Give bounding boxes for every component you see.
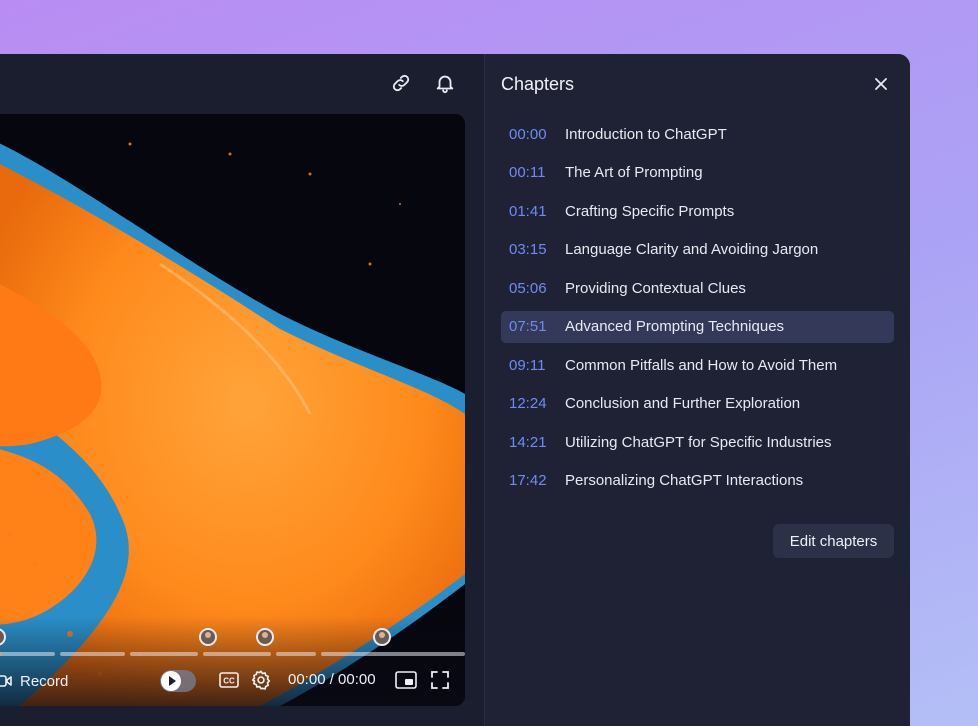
chapter-item[interactable]: 07:51 Advanced Prompting Techniques: [501, 310, 894, 343]
chapter-timestamp: 01:41: [509, 202, 547, 220]
gear-icon[interactable]: [250, 669, 272, 696]
player-toolbar: [390, 72, 456, 94]
link-icon[interactable]: [390, 72, 412, 94]
record-button[interactable]: Record: [0, 668, 68, 694]
chapter-timestamp: 09:11: [509, 356, 546, 374]
chapter-item[interactable]: 00:11 The Art of Prompting: [501, 157, 894, 189]
chapter-label: Personalizing ChatGPT Interactions: [565, 472, 804, 489]
chapter-timestamp: 03:15: [509, 241, 547, 258]
control-row: Record CC 00:00 / 00:00: [0, 668, 465, 694]
player-pane: Record CC 00:00 / 00:00: [0, 54, 484, 726]
chapter-item[interactable]: 01:41 Crafting Specific Prompts: [501, 195, 894, 227]
chapter-list: 00:00 Introduction to ChatGPT 00:11 The Art…: [501, 118, 894, 503]
progress-segment[interactable]: [130, 652, 198, 656]
comment-avatar-marker[interactable]: [373, 628, 391, 646]
progress-segment[interactable]: [203, 652, 271, 656]
chapter-label: Language Clarity and Avoiding Jargon: [565, 241, 819, 258]
comment-avatar-marker[interactable]: [256, 628, 274, 646]
chapter-label: Advanced Prompting Techniques: [565, 318, 785, 335]
close-icon[interactable]: [871, 74, 891, 94]
chapter-timestamp: 17:42: [509, 472, 547, 489]
app-window: Record CC 00:00 / 00:00 Chapters 00:00 I…: [0, 54, 910, 726]
chapter-item[interactable]: 17:42 Personalizing ChatGPT Interactions: [501, 465, 894, 497]
chapters-title: Chapters: [501, 74, 575, 94]
comment-avatar-marker[interactable]: [0, 628, 6, 646]
chapter-label: Conclusion and Further Exploration: [565, 395, 801, 412]
time-display: 00:00 / 00:00: [288, 671, 376, 688]
chapter-item[interactable]: 05:06 Providing Contextual Clues: [501, 272, 894, 304]
fullscreen-icon[interactable]: [430, 670, 450, 695]
record-label: Record: [20, 672, 69, 690]
progress-segment[interactable]: [60, 652, 125, 656]
picture-in-picture-icon[interactable]: [395, 671, 417, 694]
progress-segment[interactable]: [276, 652, 316, 656]
chapter-timestamp: 12:24: [509, 395, 547, 412]
captions-icon[interactable]: CC: [219, 672, 239, 693]
chapter-progress-bar[interactable]: [0, 652, 465, 656]
video-frame[interactable]: Record CC 00:00 / 00:00: [0, 114, 465, 706]
chapter-item[interactable]: 12:24 Conclusion and Further Exploration: [501, 388, 894, 420]
chapter-label: Providing Contextual Clues: [565, 279, 746, 297]
chapter-label: Introduction to ChatGPT: [565, 125, 727, 143]
autoplay-toggle[interactable]: [160, 670, 196, 692]
chapter-item[interactable]: 14:21 Utilizing ChatGPT for Specific Indu…: [501, 426, 894, 458]
chapter-label: Crafting Specific Prompts: [565, 202, 735, 220]
chapter-timestamp: 07:51: [509, 318, 547, 335]
chapter-label: Utilizing ChatGPT for Specific Industrie…: [565, 433, 832, 451]
svg-text:CC: CC: [223, 677, 235, 686]
chapter-timestamp: 00:00: [509, 125, 547, 143]
chapters-panel: Chapters 00:00 Introduction to ChatGPT 00:…: [484, 54, 910, 726]
chapter-item[interactable]: 00:00 Introduction to ChatGPT: [501, 118, 894, 150]
chapter-timestamp: 14:21: [509, 433, 547, 451]
progress-segment[interactable]: [321, 652, 465, 656]
player-controls: Record CC 00:00 / 00:00: [0, 616, 465, 706]
edit-chapters-button[interactable]: Edit chapters: [773, 524, 894, 558]
chapter-item[interactable]: 09:11 Common Pitfalls and How to Avoid Th…: [501, 349, 894, 381]
comment-avatar-marker[interactable]: [199, 628, 217, 646]
chapter-item[interactable]: 03:15 Language Clarity and Avoiding Jargo…: [501, 234, 894, 266]
play-icon: [161, 671, 181, 691]
chapter-label: The Art of Prompting: [565, 164, 703, 181]
bell-icon[interactable]: [434, 72, 456, 94]
camera-icon: [0, 675, 12, 687]
chapter-timestamp: 05:06: [509, 279, 547, 297]
progress-segment[interactable]: [0, 652, 55, 656]
chapter-label: Common Pitfalls and How to Avoid Them: [565, 356, 838, 374]
chapter-timestamp: 00:11: [509, 164, 546, 181]
